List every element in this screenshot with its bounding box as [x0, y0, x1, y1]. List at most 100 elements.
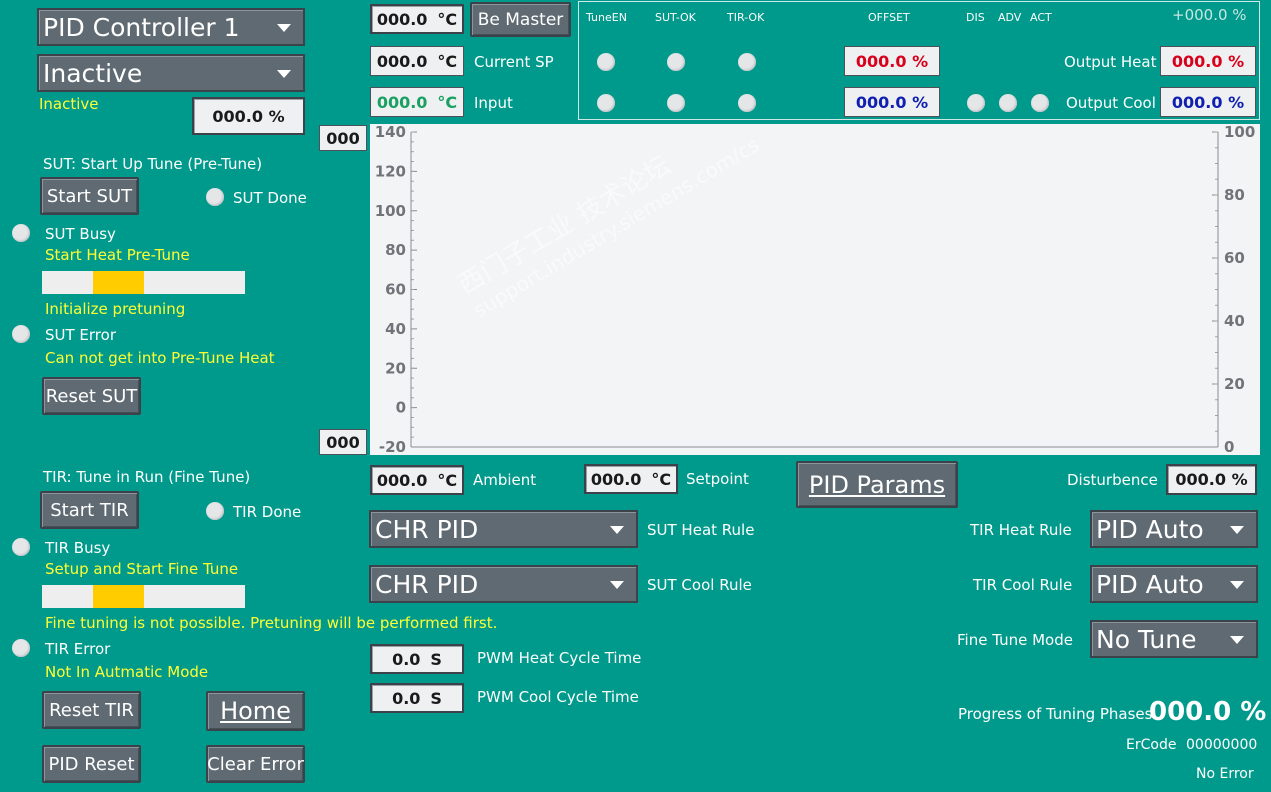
- progress-value: 000.0 %: [1149, 697, 1267, 727]
- chart-max-field[interactable]: 000: [319, 125, 367, 151]
- input-unit: °C: [437, 92, 458, 112]
- left-tick-label: -20: [379, 438, 406, 455]
- tune-en-heat-indicator: [597, 53, 615, 71]
- dis-header: DIS: [966, 11, 985, 24]
- input-label: Input: [474, 94, 513, 112]
- current-sp-value: 000.0: [376, 51, 428, 71]
- progress-label: Progress of Tuning Phases: [958, 705, 1153, 723]
- left-tick-label: 60: [385, 281, 406, 299]
- chevron-down-icon: [610, 526, 624, 534]
- ambient-unit: °C: [437, 470, 458, 490]
- right-tick-label: 40: [1224, 312, 1245, 330]
- left-tick-label: 120: [375, 162, 406, 180]
- ambient-field[interactable]: 000.0 °C: [370, 465, 464, 495]
- reset-tir-button[interactable]: Reset TIR: [42, 691, 141, 729]
- sut-ok-header: SUT-OK: [655, 11, 696, 24]
- controller-select-value: PID Controller 1: [43, 12, 240, 42]
- sut-done-indicator: [206, 188, 224, 206]
- tir-cool-rule-select[interactable]: PID Auto: [1090, 565, 1258, 603]
- act-indicator: [1031, 94, 1049, 112]
- dis-indicator: [967, 94, 985, 112]
- tir-progress-fill: [92, 585, 144, 608]
- state-text: Inactive: [39, 95, 99, 113]
- output-cool-field: 000.0 %: [1160, 87, 1256, 117]
- be-master-button[interactable]: Be Master: [470, 2, 571, 37]
- offset-header: OFFSET: [868, 11, 910, 24]
- tune-en-cool-indicator: [597, 94, 615, 112]
- disturbance-label: Disturbence: [1067, 471, 1158, 489]
- tir-title: TIR: Tune in Run (Fine Tune): [43, 468, 251, 486]
- trend-chart-svg: -20 0 20 40 60 80 100 120 140 0 20 40 60 80 100: [375, 123, 1256, 456]
- pwm-heat-field[interactable]: 0.0 S: [370, 644, 464, 674]
- tir-error-indicator: [12, 639, 30, 657]
- chevron-down-icon: [277, 70, 291, 78]
- output-heat-label: Output Heat: [1064, 53, 1157, 71]
- current-sp-label: Current SP: [474, 53, 554, 71]
- clear-error-button[interactable]: Clear Error: [206, 745, 305, 783]
- start-sut-button[interactable]: Start SUT: [40, 177, 139, 215]
- sut-title: SUT: Start Up Tune (Pre-Tune): [43, 155, 263, 173]
- sut-busy-label: SUT Busy: [45, 225, 116, 243]
- right-tick-label: 20: [1224, 375, 1245, 393]
- chevron-down-icon: [1230, 581, 1244, 589]
- disturbance-field[interactable]: 000.0 %: [1166, 464, 1257, 495]
- home-button[interactable]: Home: [206, 691, 305, 731]
- adv-indicator: [999, 94, 1017, 112]
- sut-error-indicator: [12, 325, 30, 343]
- left-tick-label: 40: [385, 320, 406, 338]
- tir-status-text: Fine tuning is not possible. Pretuning w…: [45, 614, 498, 632]
- tir-heat-rule-value: PID Auto: [1096, 514, 1204, 544]
- pwm-cool-unit: S: [430, 688, 442, 708]
- tir-error-label: TIR Error: [45, 640, 111, 658]
- state-percent-field: 000.0 %: [192, 97, 305, 135]
- tir-cool-rule-label: TIR Cool Rule: [973, 576, 1073, 594]
- sut-busy-indicator: [12, 224, 30, 242]
- tir-busy-label: TIR Busy: [45, 539, 111, 557]
- sut-phase-text: Start Heat Pre-Tune: [45, 246, 190, 264]
- setpoint-unit: °C: [651, 469, 672, 489]
- current-sp-unit: °C: [437, 51, 458, 71]
- left-tick-label: 20: [385, 359, 406, 377]
- tir-ok-cool-indicator: [738, 94, 756, 112]
- left-tick-label: 100: [375, 202, 406, 220]
- sut-cool-rule-select[interactable]: CHR PID: [369, 565, 638, 603]
- reset-sut-button[interactable]: Reset SUT: [42, 377, 141, 415]
- tir-ok-header: TIR-OK: [727, 11, 765, 24]
- pwm-heat-value: 0.0: [392, 649, 421, 669]
- sut-heat-rule-select[interactable]: CHR PID: [369, 510, 638, 548]
- tir-cool-rule-value: PID Auto: [1096, 569, 1204, 599]
- master-field[interactable]: 000.0 °C: [370, 4, 464, 34]
- start-tir-button[interactable]: Start TIR: [40, 491, 139, 529]
- error-status: No Error: [1196, 766, 1254, 782]
- left-tick-label: 80: [385, 241, 406, 259]
- ambient-label: Ambient: [473, 471, 537, 489]
- fine-tune-mode-label: Fine Tune Mode: [957, 631, 1073, 649]
- sut-heat-rule-label: SUT Heat Rule: [647, 521, 755, 539]
- sut-cool-rule-label: SUT Cool Rule: [647, 576, 752, 594]
- tir-heat-rule-select[interactable]: PID Auto: [1090, 510, 1258, 548]
- fine-tune-mode-select[interactable]: No Tune: [1090, 620, 1258, 658]
- tir-ok-heat-indicator: [738, 53, 756, 71]
- controller-select[interactable]: PID Controller 1: [37, 8, 305, 46]
- sut-progress-fill: [92, 271, 144, 294]
- master-value: 000.0: [376, 9, 428, 29]
- pwm-cool-label: PWM Cool Cycle Time: [477, 688, 639, 706]
- left-tick-label: 0: [396, 399, 406, 417]
- left-tick-label: 140: [375, 124, 406, 141]
- sut-error-text: Can not get into Pre-Tune Heat: [45, 349, 275, 367]
- chart-min-field[interactable]: 000: [319, 429, 367, 455]
- pwm-cool-field[interactable]: 0.0 S: [370, 683, 464, 713]
- setpoint-field[interactable]: 000.0 °C: [584, 464, 678, 494]
- act-header: ACT: [1030, 11, 1052, 24]
- adv-header: ADV: [998, 11, 1022, 24]
- pid-reset-button[interactable]: PID Reset: [42, 745, 141, 783]
- tir-phase-text: Setup and Start Fine Tune: [45, 560, 239, 578]
- pid-params-button[interactable]: PID Params: [796, 461, 958, 508]
- chevron-down-icon: [1230, 526, 1244, 534]
- chevron-down-icon: [610, 581, 624, 589]
- right-tick-label: 60: [1224, 249, 1245, 267]
- tune-en-header: TuneEN: [586, 11, 627, 24]
- state-select[interactable]: Inactive: [37, 54, 305, 92]
- sut-ok-heat-indicator: [667, 53, 685, 71]
- tir-error-text: Not In Autmatic Mode: [45, 663, 209, 681]
